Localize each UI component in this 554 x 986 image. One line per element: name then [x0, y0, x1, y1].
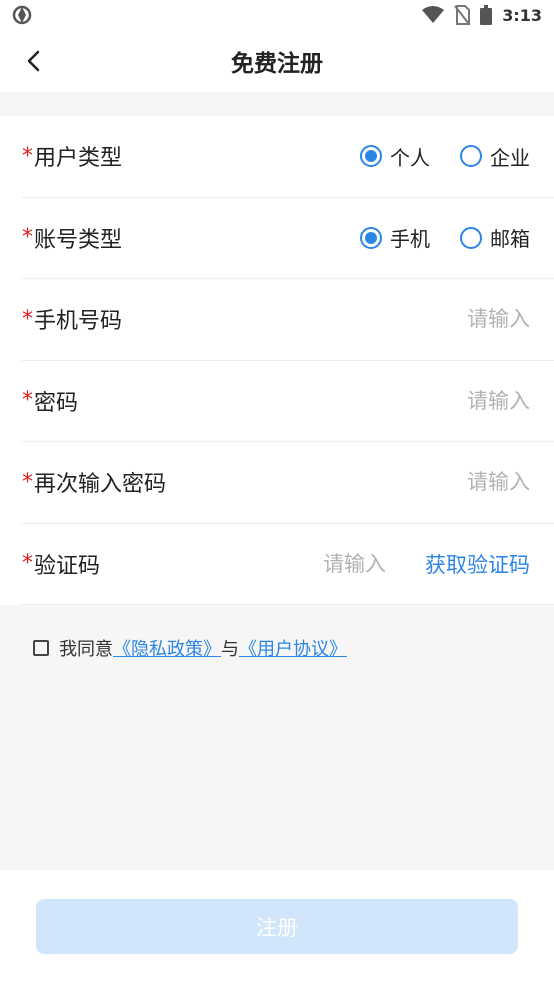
register-button[interactable]: 注册 [36, 899, 518, 954]
radio-unselected[interactable] [460, 226, 482, 249]
agreement-checkbox[interactable] [33, 640, 49, 656]
agreement-row: 我同意 《隐私政策》 与 《用户协议》 [33, 635, 347, 661]
password-input[interactable] [410, 388, 530, 413]
required-mark: * [22, 306, 33, 332]
status-right: 3:13 [422, 5, 542, 25]
phone-input[interactable] [410, 307, 530, 332]
no-sim-icon [454, 5, 471, 25]
required-mark: * [22, 143, 33, 169]
radio-unselected[interactable] [460, 145, 482, 168]
required-mark: * [22, 388, 33, 414]
user-type-options: 个人 企业 [330, 116, 530, 197]
user-type-label: 用户类型 [34, 146, 123, 172]
page-title: 免费注册 [231, 51, 323, 77]
password-confirm-row: * 再次输入密码 [22, 442, 554, 524]
account-type-options: 手机 邮箱 [330, 198, 530, 279]
radio-selected[interactable] [360, 145, 382, 168]
bottom-bar: 注册 [0, 870, 554, 986]
phone-label: 手机号码 [34, 309, 123, 335]
account-type-label: 账号类型 [34, 227, 123, 253]
required-mark: * [22, 551, 33, 577]
user-type-enterprise-option[interactable]: 企业 [460, 142, 530, 171]
user-agreement-link[interactable]: 《用户协议》 [239, 635, 347, 661]
navigation-bar: 免费注册 [0, 30, 554, 92]
chevron-left-icon [27, 50, 40, 72]
register-form: * 用户类型 个人 企业 * 账号类型 手机 邮箱 * 手机号码 请输入 * 密… [0, 116, 554, 605]
agreement-joiner: 与 [221, 639, 239, 660]
account-type-phone-option[interactable]: 手机 [360, 223, 430, 252]
battery-icon [480, 5, 493, 25]
user-type-row: * 用户类型 个人 企业 [22, 116, 554, 198]
password-row: * 密码 [22, 361, 554, 442]
status-time: 3:13 [502, 5, 542, 25]
status-left [12, 5, 32, 25]
get-code-button[interactable]: 获取验证码 [425, 549, 530, 579]
back-button[interactable] [18, 44, 48, 78]
password-confirm-label: 再次输入密码 [34, 472, 167, 498]
account-type-row: * 账号类型 手机 邮箱 [22, 198, 554, 279]
code-label: 验证码 [34, 553, 101, 579]
password-label: 密码 [34, 390, 79, 416]
user-type-personal-option[interactable]: 个人 [360, 142, 430, 171]
code-row: * 验证码 获取验证码 [22, 524, 554, 605]
required-mark: * [22, 469, 33, 495]
wifi-icon [422, 6, 445, 23]
account-type-email-option[interactable]: 邮箱 [460, 223, 530, 252]
radio-selected[interactable] [360, 226, 382, 249]
password-confirm-input[interactable] [410, 470, 530, 495]
code-input[interactable] [323, 551, 403, 576]
required-mark: * [22, 225, 33, 251]
phone-row: * 手机号码 [22, 279, 554, 361]
sync-icon [12, 5, 32, 25]
status-bar: 3:13 [0, 0, 554, 30]
agreement-prefix: 我同意 [59, 639, 113, 660]
privacy-policy-link[interactable]: 《隐私政策》 [113, 635, 221, 661]
